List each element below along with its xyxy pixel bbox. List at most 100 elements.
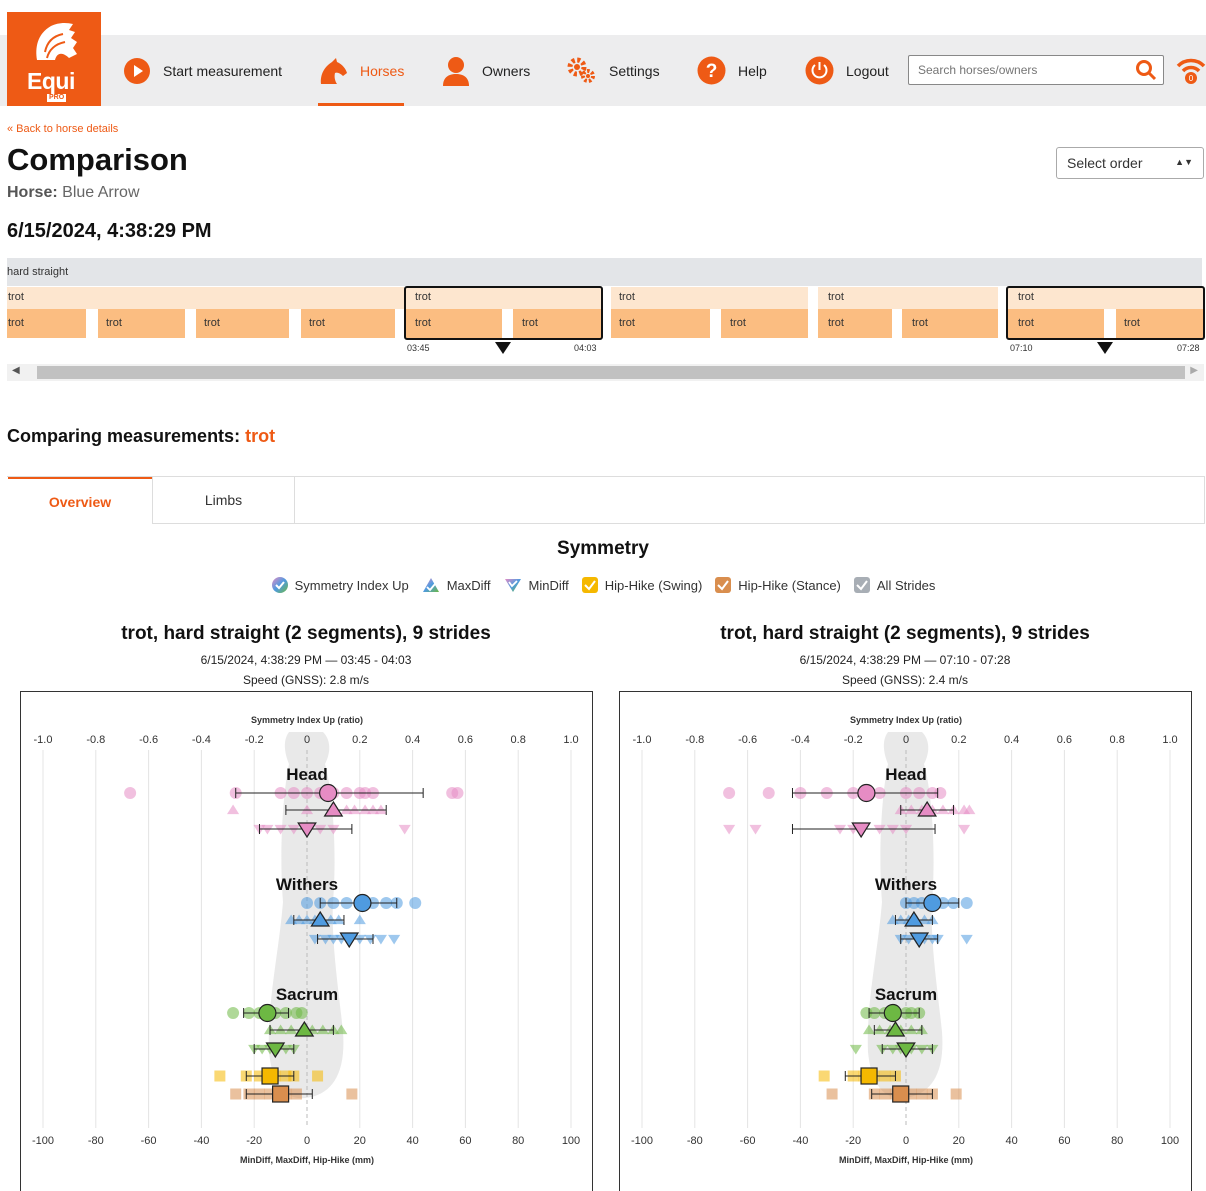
back-link[interactable]: « Back to horse details bbox=[7, 123, 118, 135]
checkbox-orange-icon bbox=[715, 577, 732, 593]
tab-limbs[interactable]: Limbs bbox=[152, 477, 295, 524]
timeline-gait-block[interactable]: trot bbox=[406, 287, 602, 309]
mean-marker bbox=[261, 1067, 279, 1085]
stride-point bbox=[723, 787, 736, 799]
gait-label: trot bbox=[415, 291, 431, 303]
legend-item-hiphike-stance[interactable]: Hip-Hike (Stance) bbox=[714, 576, 841, 594]
top-tick-label: 0.2 bbox=[352, 734, 367, 746]
symmetry-chart-1: Symmetry Index Up (ratio) -1.0 -0.8 -0.6 -0.… bbox=[20, 691, 593, 1191]
group-label: Withers bbox=[276, 875, 338, 894]
comparing-gait: trot bbox=[245, 426, 276, 446]
timeline-gait-block[interactable]: trot bbox=[611, 287, 808, 309]
nav-logout[interactable]: Logout bbox=[805, 35, 889, 106]
stride-point bbox=[227, 1007, 240, 1019]
chart-speed: Speed (GNSS): 2.8 m/s bbox=[242, 673, 370, 687]
legend-item-all-strides[interactable]: All Strides bbox=[853, 576, 936, 594]
bottom-tick-label: 100 bbox=[562, 1135, 580, 1147]
wifi-status-icon[interactable]: 0 bbox=[1176, 52, 1206, 88]
stride-point bbox=[124, 787, 137, 799]
stride-point bbox=[346, 1088, 358, 1100]
gait-label: trot bbox=[828, 291, 844, 303]
chart-speed: Speed (GNSS): 2.4 m/s bbox=[841, 673, 969, 687]
timeline-stride-block[interactable]: trot bbox=[818, 309, 892, 338]
nav-label: Help bbox=[738, 62, 767, 79]
top-tick-label: -0.2 bbox=[245, 734, 264, 746]
timeline-stride-block[interactable]: trot bbox=[98, 309, 185, 338]
nav-settings[interactable]: Settings bbox=[567, 35, 660, 106]
top-tick-label: -0.8 bbox=[86, 734, 105, 746]
timeline-stride-block[interactable]: trot bbox=[902, 309, 998, 338]
legend-label: All Strides bbox=[876, 577, 936, 593]
timeline-stride-block[interactable]: trot bbox=[196, 309, 289, 338]
timeline-stride-block[interactable]: trot bbox=[406, 309, 502, 338]
chart-title: trot, hard straight (2 segments), 9 stri… bbox=[121, 623, 491, 644]
top-tick-label: 0.6 bbox=[458, 734, 473, 746]
stride-point bbox=[451, 787, 464, 799]
tab-overview[interactable]: Overview bbox=[8, 477, 152, 524]
selection-end: 04:03 bbox=[574, 343, 597, 353]
tab-bar: Overview Limbs bbox=[7, 476, 1205, 524]
symmetry-title: Symmetry bbox=[557, 538, 649, 559]
legend-item-hiphike-swing[interactable]: Hip-Hike (Swing) bbox=[581, 576, 703, 594]
gears-icon bbox=[567, 57, 595, 83]
timeline-stride-block[interactable]: trot bbox=[1116, 309, 1203, 338]
stride-label: trot bbox=[8, 317, 24, 329]
mean-marker bbox=[860, 1067, 878, 1085]
bottom-tick-label: 40 bbox=[406, 1135, 418, 1147]
top-tick-label: 0 bbox=[903, 734, 909, 746]
bottom-tick-label: -40 bbox=[792, 1135, 808, 1147]
page-title: Comparison bbox=[7, 142, 188, 177]
triangle-down-icon bbox=[504, 579, 521, 592]
stride-point bbox=[826, 1088, 838, 1100]
selection-pointer-icon[interactable] bbox=[495, 342, 511, 354]
equipro-logo[interactable]: Equi PRO bbox=[7, 12, 101, 106]
timeline-stride-block[interactable]: trot bbox=[513, 309, 602, 338]
scroll-right-icon[interactable]: ▶ bbox=[1190, 365, 1198, 376]
legend-item-maxdiff[interactable]: MaxDiff bbox=[421, 576, 491, 594]
nav-horses[interactable]: Horses bbox=[318, 35, 404, 106]
person-icon bbox=[443, 56, 469, 86]
order-select[interactable]: Select order ▲▼ bbox=[1056, 147, 1204, 179]
legend-label: Hip-Hike (Swing) bbox=[604, 577, 703, 593]
bottom-tick-label: 0 bbox=[903, 1135, 909, 1147]
stride-point bbox=[230, 1088, 242, 1100]
timeline-gait-block[interactable]: trot bbox=[7, 287, 404, 309]
timeline-stride-block[interactable]: trot bbox=[721, 309, 808, 338]
timeline-stride-block[interactable]: trot bbox=[7, 309, 86, 338]
bottom-axis-label: MinDiff, MaxDiff, Hip-Hike (mm) bbox=[240, 1155, 374, 1165]
chart-title: trot, hard straight (2 segments), 9 stri… bbox=[720, 623, 1090, 644]
nav-owners[interactable]: Owners bbox=[442, 35, 530, 106]
timeline-scrollbar[interactable]: ◀ ▶ bbox=[7, 364, 1204, 381]
comparing-heading: Comparing measurements: trot bbox=[7, 426, 275, 447]
selection-pointer-icon[interactable] bbox=[1097, 342, 1113, 354]
search-icon[interactable] bbox=[1135, 59, 1157, 81]
horse-label: Horse: bbox=[7, 184, 58, 201]
brand-tag: PRO bbox=[47, 94, 67, 102]
nav-start-measurement[interactable]: Start measurement bbox=[123, 35, 282, 106]
top-tick-label: 0.4 bbox=[1004, 734, 1019, 746]
scroll-left-icon[interactable]: ◀ bbox=[12, 365, 20, 376]
stride-point bbox=[348, 804, 361, 815]
legend-item-symmetry[interactable]: Symmetry Index Up bbox=[271, 576, 409, 594]
search-input[interactable] bbox=[909, 56, 1129, 84]
stride-label: trot bbox=[1018, 317, 1034, 329]
timeline-stride-block[interactable]: trot bbox=[611, 309, 710, 338]
stride-point bbox=[332, 914, 345, 925]
timeline-stride-block[interactable]: trot bbox=[1008, 309, 1104, 338]
search-box[interactable] bbox=[908, 55, 1164, 85]
nav-help[interactable]: ? Help bbox=[697, 35, 767, 106]
brand-word: Equi bbox=[27, 68, 75, 94]
legend-item-mindiff[interactable]: MinDiff bbox=[503, 576, 569, 594]
timeline-stride-block[interactable]: trot bbox=[301, 309, 395, 338]
timeline-surface: hard straight bbox=[7, 258, 1202, 286]
nav-label: Start measurement bbox=[163, 62, 283, 79]
scrollbar-thumb[interactable] bbox=[37, 366, 1185, 379]
horse-logo-icon bbox=[36, 22, 77, 61]
top-strip bbox=[0, 0, 1206, 8]
stride-point bbox=[353, 914, 366, 925]
horse-name: Blue Arrow bbox=[62, 184, 140, 201]
bottom-tick-label: -80 bbox=[687, 1135, 703, 1147]
timeline-gait-block[interactable]: trot bbox=[818, 287, 998, 309]
gait-label: trot bbox=[1018, 291, 1034, 303]
timeline-gait-block[interactable]: trot bbox=[1008, 287, 1203, 309]
